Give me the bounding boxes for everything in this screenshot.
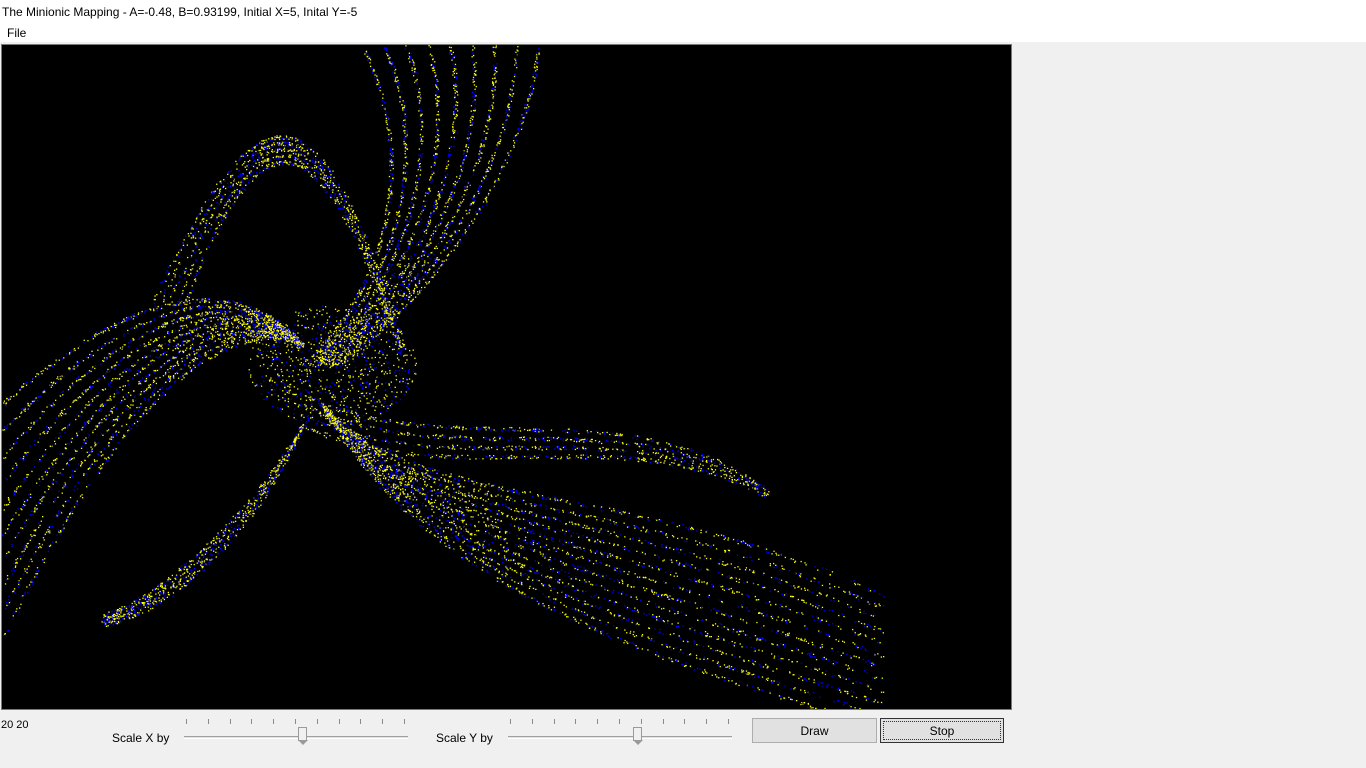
application-window: The Minionic Mapping - A=-0.48, B=0.9319… bbox=[0, 0, 1366, 768]
slider-tick bbox=[640, 719, 642, 724]
slider-tick bbox=[575, 719, 577, 724]
slider-tick bbox=[360, 719, 362, 724]
drawing-canvas[interactable] bbox=[1, 44, 1012, 710]
slider-tick bbox=[531, 719, 533, 724]
slider-tick bbox=[597, 719, 599, 724]
slider-tick bbox=[273, 719, 275, 724]
coordinates-readout: 20 20 bbox=[1, 719, 29, 731]
draw-button-label: Draw bbox=[800, 723, 829, 738]
window-title: The Minionic Mapping - A=-0.48, B=0.9319… bbox=[2, 5, 358, 19]
slider-tick bbox=[684, 719, 686, 724]
stop-button[interactable]: Stop bbox=[880, 718, 1004, 743]
slider-tick bbox=[316, 719, 318, 724]
slider-tick bbox=[728, 719, 729, 724]
menu-bar: File bbox=[0, 24, 1366, 43]
scale-x-label: Scale X by bbox=[112, 731, 170, 745]
slider-tick bbox=[338, 719, 340, 724]
slider-tick bbox=[382, 719, 384, 724]
slider-tick bbox=[619, 719, 620, 724]
slider-ticks bbox=[184, 719, 408, 725]
menu-file[interactable]: File bbox=[2, 25, 31, 42]
slider-tick bbox=[229, 719, 231, 724]
slider-thumb[interactable] bbox=[298, 727, 308, 745]
slider-ticks bbox=[508, 719, 732, 725]
slider-tick bbox=[295, 719, 296, 724]
slider-track bbox=[508, 736, 732, 739]
scale-y-label: Scale Y by bbox=[436, 731, 493, 745]
title-bar[interactable]: The Minionic Mapping - A=-0.48, B=0.9319… bbox=[0, 0, 1366, 24]
scale-x-slider[interactable] bbox=[184, 719, 408, 745]
slider-track bbox=[184, 736, 408, 739]
draw-button[interactable]: Draw bbox=[752, 718, 877, 743]
scale-y-slider[interactable] bbox=[508, 719, 732, 745]
slider-tick bbox=[510, 719, 511, 724]
slider-tick bbox=[553, 719, 555, 724]
stop-button-label: Stop bbox=[929, 723, 955, 738]
slider-tick bbox=[662, 719, 664, 724]
slider-tick bbox=[207, 719, 209, 724]
attractor-plot bbox=[2, 45, 885, 709]
slider-thumb[interactable] bbox=[633, 727, 643, 745]
slider-tick bbox=[404, 719, 405, 724]
slider-tick bbox=[251, 719, 253, 724]
slider-tick bbox=[706, 719, 708, 724]
slider-tick bbox=[186, 719, 187, 724]
